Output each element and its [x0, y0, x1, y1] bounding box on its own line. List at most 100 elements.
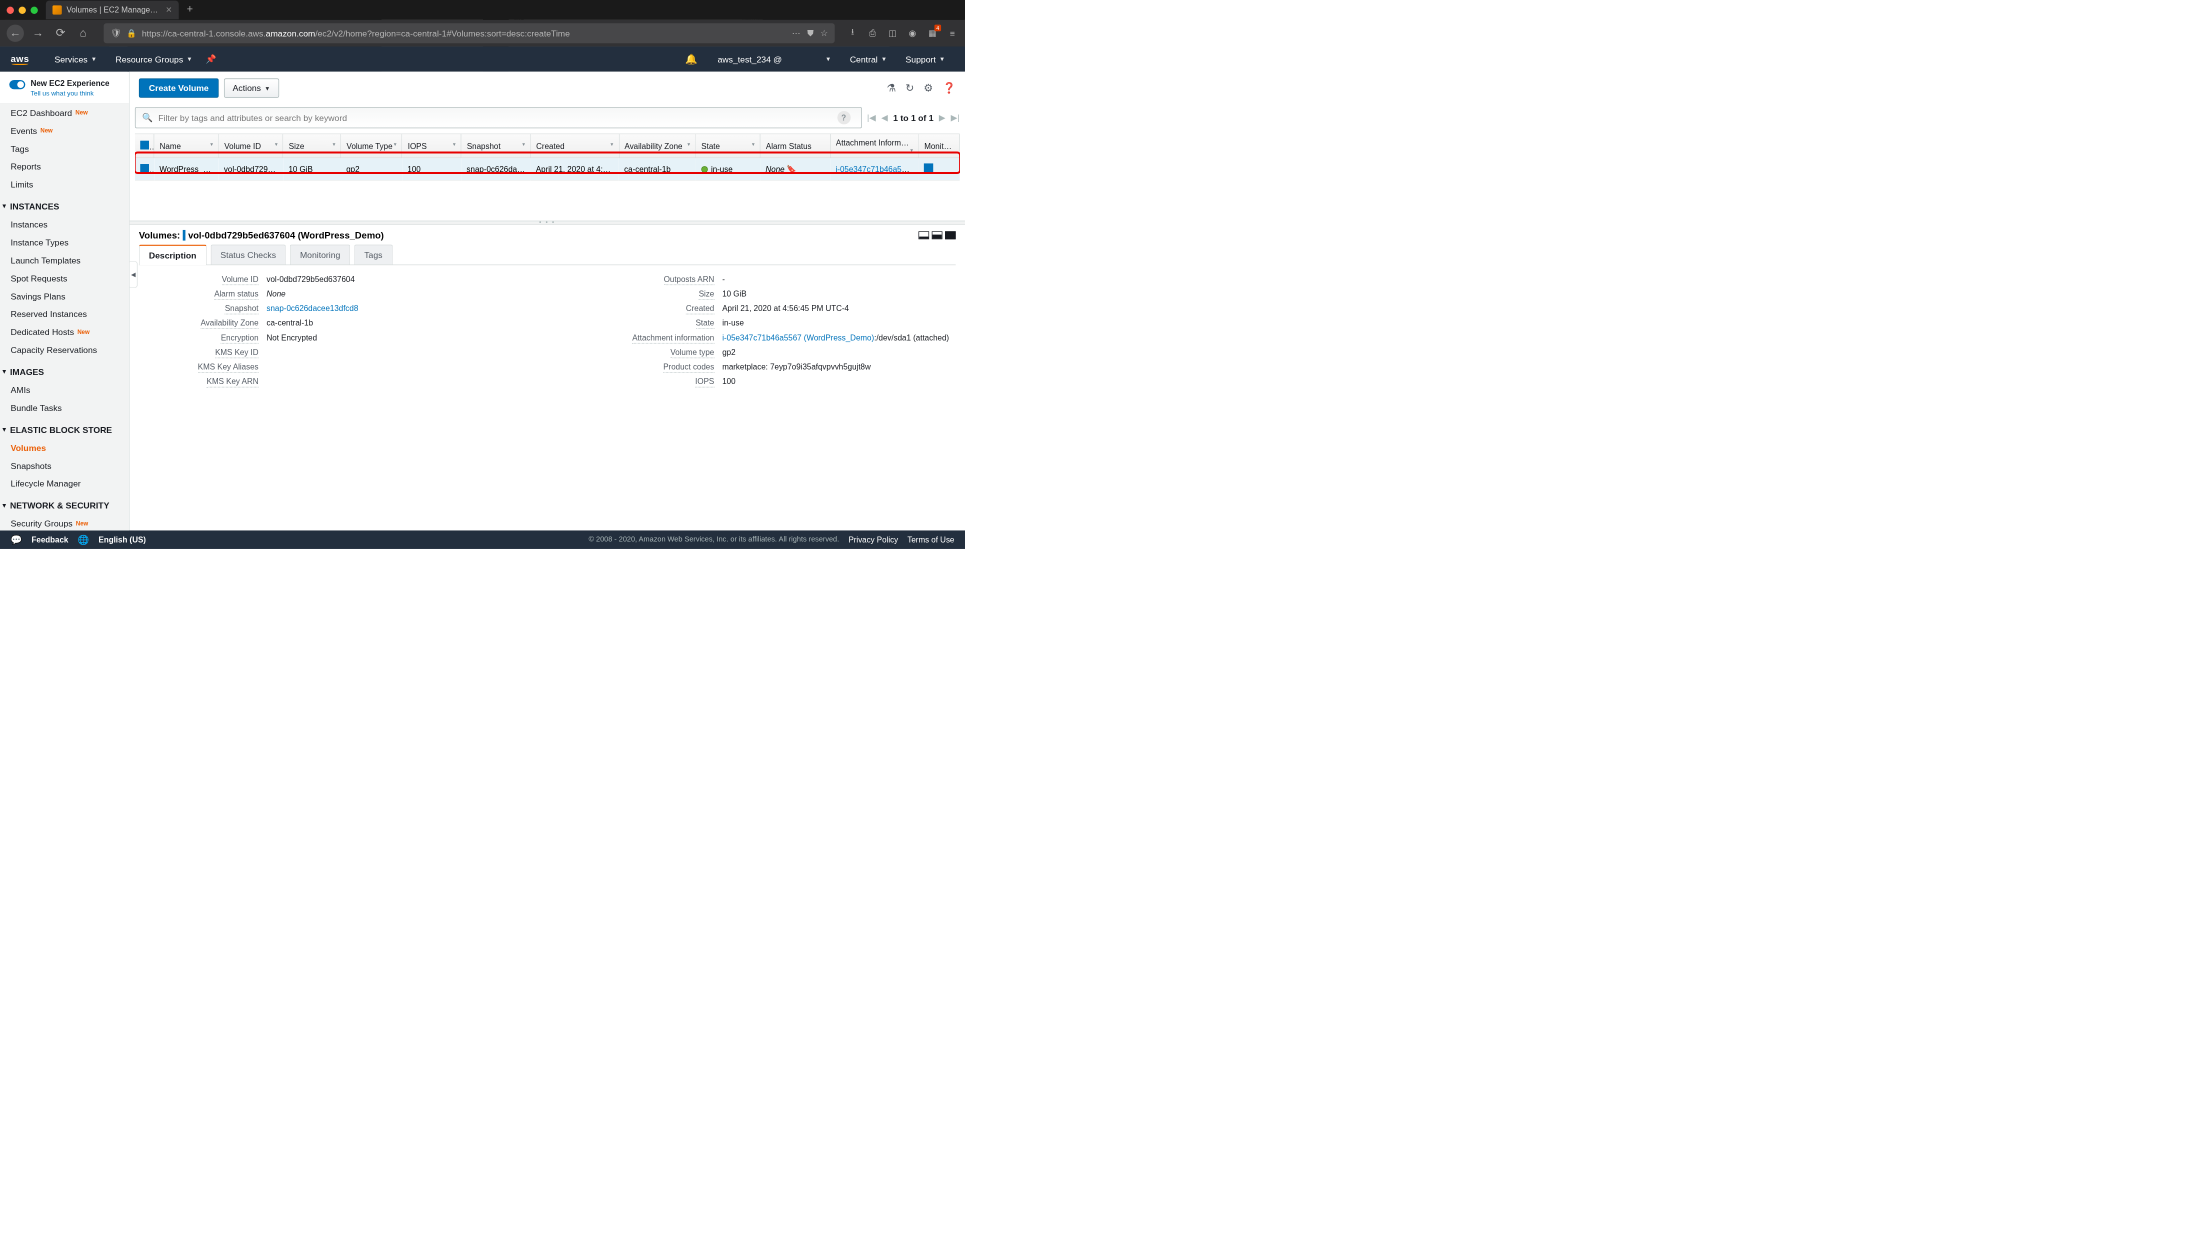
notifications-icon[interactable]: 🔔 — [685, 53, 697, 65]
new-tab-button[interactable]: + — [187, 4, 193, 16]
col-volume-type[interactable]: Volume Type▾ — [341, 134, 402, 158]
table-row[interactable]: WordPress_… vol-0dbd729… 10 GiB gp2 100 … — [135, 158, 959, 181]
layout-split-icon[interactable] — [932, 231, 943, 239]
mac-minimize-button[interactable] — [19, 6, 26, 13]
sidebar-item-dedicated-hosts[interactable]: Dedicated HostsNew — [0, 323, 129, 341]
sidebar-item-launch-templates[interactable]: Launch Templates — [0, 251, 129, 269]
filter-help-icon[interactable]: ? — [837, 111, 850, 124]
feedback-icon[interactable]: 💬 — [11, 534, 23, 545]
col-attachment[interactable]: Attachment Information▾ — [830, 134, 918, 158]
create-volume-button[interactable]: Create Volume — [139, 78, 219, 97]
url-more-icon[interactable]: ⋯ — [792, 28, 801, 39]
settings-gear-icon[interactable]: ⚙ — [924, 81, 934, 94]
extension-icon[interactable]: ▦4 — [926, 27, 938, 39]
layout-full-icon[interactable] — [945, 231, 956, 239]
pager-next-icon[interactable]: ▶ — [939, 112, 946, 123]
sidebar-item-security-groups[interactable]: Security GroupsNew — [0, 514, 129, 530]
sidebar-section[interactable]: NETWORK & SECURITY — [0, 492, 129, 514]
layout-bottom-icon[interactable] — [918, 231, 929, 239]
help-icon[interactable]: ❓ — [942, 81, 955, 94]
mac-close-button[interactable] — [7, 6, 14, 13]
row-checkbox[interactable] — [140, 164, 149, 173]
pager-first-icon[interactable]: |◀ — [867, 112, 876, 123]
aws-logo[interactable]: aws — [11, 54, 30, 65]
sidebar-item-instance-types[interactable]: Instance Types — [0, 233, 129, 251]
col-iops[interactable]: IOPS▾ — [402, 134, 461, 158]
attachment-link[interactable]: i-05e347c71b46a556… — [835, 164, 918, 173]
actions-menu-button[interactable]: Actions▼ — [224, 78, 279, 97]
col-snapshot[interactable]: Snapshot▾ — [461, 134, 530, 158]
url-bar[interactable]: 🛡 🔒 https://ca-central-1.console.aws.ama… — [104, 23, 835, 43]
col-volume-id[interactable]: Volume ID▾ — [218, 134, 283, 158]
region-menu[interactable]: Central▼ — [841, 47, 897, 72]
col-state[interactable]: State▾ — [696, 134, 761, 158]
pin-icon[interactable]: 📌 — [206, 54, 217, 65]
col-created[interactable]: Created▾ — [530, 134, 618, 158]
sidebar-section[interactable]: IMAGES — [0, 359, 129, 381]
toggle-switch[interactable] — [9, 80, 25, 89]
alarm-icon[interactable] — [787, 164, 795, 172]
feedback-link[interactable]: Feedback — [32, 535, 69, 544]
language-selector[interactable]: English (US) — [99, 535, 146, 544]
filter-input[interactable] — [158, 113, 831, 123]
col-alarm[interactable]: Alarm Status — [760, 134, 830, 158]
url-shield2-icon[interactable]: ⛊ — [807, 28, 813, 39]
checkbox-header[interactable] — [135, 134, 154, 158]
reload-button[interactable]: ⟳ — [52, 25, 69, 42]
sidebar-item-snapshots[interactable]: Snapshots — [0, 456, 129, 474]
browser-tab[interactable]: Volumes | EC2 Management Co ✕ — [46, 1, 179, 20]
col-monitoring[interactable]: Monitoring — [918, 134, 959, 158]
library-icon[interactable]: ⎙ — [867, 27, 879, 39]
sidebar-item-ec2-dashboard[interactable]: EC2 DashboardNew — [0, 103, 129, 121]
tab-tags[interactable]: Tags — [354, 245, 392, 265]
forward-button[interactable]: → — [29, 25, 46, 42]
sidebar-item-lifecycle-manager[interactable]: Lifecycle Manager — [0, 474, 129, 492]
pager-last-icon[interactable]: ▶| — [951, 112, 960, 123]
terms-link[interactable]: Terms of Use — [907, 535, 954, 544]
services-menu[interactable]: Services▼ — [45, 47, 106, 72]
col-size[interactable]: Size▾ — [283, 134, 341, 158]
sidebar-icon[interactable]: ◫ — [887, 27, 899, 39]
account-menu[interactable]: aws_test_234 @▼ — [708, 47, 840, 72]
sidebar-item-events[interactable]: EventsNew — [0, 121, 129, 139]
downloads-icon[interactable]: ⭳ — [847, 27, 859, 39]
sidebar-item-savings-plans[interactable]: Savings Plans — [0, 287, 129, 305]
sidebar-item-tags[interactable]: Tags — [0, 139, 129, 157]
sidebar-item-reports[interactable]: Reports — [0, 157, 129, 175]
tab-close-icon[interactable]: ✕ — [165, 5, 172, 14]
sidebar-top-subtitle[interactable]: Tell us what you think — [31, 89, 110, 98]
val-snapshot[interactable]: snap-0c626dacee13dfcd8 — [267, 304, 359, 315]
sidebar-item-capacity-reservations[interactable]: Capacity Reservations — [0, 341, 129, 359]
tab-monitoring[interactable]: Monitoring — [290, 245, 350, 265]
sidebar-item-instances[interactable]: Instances — [0, 215, 129, 233]
sidebar-collapse-handle[interactable]: ◀ — [130, 261, 138, 288]
sidebar-item-bundle-tasks[interactable]: Bundle Tasks — [0, 398, 129, 416]
mac-zoom-button[interactable] — [31, 6, 38, 13]
experiment-icon[interactable]: ⚗ — [887, 81, 897, 94]
back-button[interactable]: ← — [7, 25, 24, 42]
support-menu[interactable]: Support▼ — [896, 47, 954, 72]
select-all-checkbox[interactable] — [140, 141, 149, 150]
sidebar-item-limits[interactable]: Limits — [0, 175, 129, 193]
sidebar-item-volumes[interactable]: Volumes — [0, 438, 129, 456]
tab-status-checks[interactable]: Status Checks — [210, 245, 286, 265]
filter-input-wrap[interactable]: 🔍 ? — [135, 107, 862, 128]
sidebar-item-amis[interactable]: AMIs — [0, 381, 129, 399]
tab-description[interactable]: Description — [139, 245, 206, 266]
resource-groups-menu[interactable]: Resource Groups▼ — [106, 47, 202, 72]
col-name[interactable]: Name▾ — [154, 134, 219, 158]
sidebar-item-reserved-instances[interactable]: Reserved Instances — [0, 305, 129, 323]
pager-prev-icon[interactable]: ◀ — [881, 112, 888, 123]
globe-icon[interactable]: 🌐 — [78, 534, 90, 545]
panel-divider[interactable]: • • • — [130, 221, 965, 225]
sidebar-section[interactable]: ELASTIC BLOCK STORE — [0, 416, 129, 438]
tracking-shield-icon[interactable]: 🛡 — [110, 28, 121, 39]
privacy-link[interactable]: Privacy Policy — [848, 535, 898, 544]
attachment-detail-link[interactable]: i-05e347c71b46a5567 (WordPress_Demo) — [722, 333, 874, 342]
sidebar-item-spot-requests[interactable]: Spot Requests — [0, 269, 129, 287]
sidebar-section[interactable]: INSTANCES — [0, 193, 129, 215]
home-button[interactable]: ⌂ — [74, 25, 91, 42]
col-az[interactable]: Availability Zone▾ — [619, 134, 696, 158]
menu-icon[interactable]: ≡ — [946, 27, 958, 39]
refresh-icon[interactable]: ↻ — [905, 81, 914, 94]
